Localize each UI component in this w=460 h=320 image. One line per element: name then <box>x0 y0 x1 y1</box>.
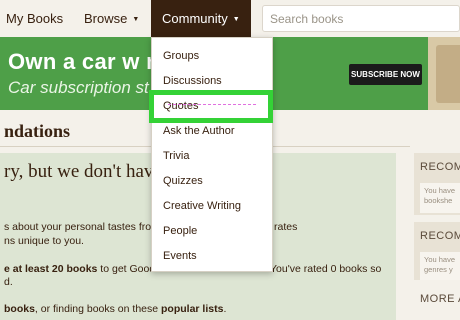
menu-item-creative-writing[interactable]: Creative Writing <box>163 200 241 212</box>
notice-text-3-rest: to get Good <box>97 263 156 275</box>
nav-my-books-label: My Books <box>6 11 64 26</box>
nav-community[interactable]: Community ▼ <box>151 0 251 37</box>
ad-image-detail <box>436 45 460 103</box>
menu-item-trivia[interactable]: Trivia <box>163 150 189 162</box>
notice-text-3: e at least 20 books to get Good <box>4 263 155 275</box>
menu-item-ask-the-author[interactable]: Ask the Author <box>163 125 235 137</box>
sidebar-card-recommendations: RECOM You have bookshe <box>414 153 460 215</box>
sidebar-card-heading: RECOM <box>420 230 460 242</box>
notice-text-2: ns unique to you. <box>4 235 84 247</box>
sidebar-card-heading: RECOM <box>420 161 460 173</box>
notice-text-3-right: You've rated 0 books so <box>270 263 382 275</box>
subscribe-now-button[interactable]: SUBSCRIBE NOW <box>349 64 422 85</box>
sidebar-card-text: You have <box>424 186 456 195</box>
menu-item-groups[interactable]: Groups <box>163 50 199 62</box>
nav-browse[interactable]: Browse ▼ <box>84 0 139 37</box>
sidebar-card-recommendations-genres: RECOM You have genres y <box>414 222 460 280</box>
notice-text-1: s about your personal tastes fro <box>4 221 152 233</box>
page-title: ndations <box>4 121 71 141</box>
notice-text-5-mid: , or finding books on these <box>34 303 162 315</box>
sidebar-card-body: You have bookshe <box>420 183 460 213</box>
sidebar-card-text: You have <box>424 255 456 264</box>
sidebar-card-text: bookshe <box>424 196 453 205</box>
books-link[interactable]: books <box>4 303 35 315</box>
chevron-down-icon: ▼ <box>232 16 240 23</box>
nav-my-books[interactable]: My Books <box>6 0 63 37</box>
notice-text-4: d. <box>4 276 13 288</box>
notice-text-1-right: rates <box>274 221 298 233</box>
nav-community-label: Community <box>162 11 228 26</box>
top-nav: My Books Browse ▼ Community ▼ <box>0 0 460 37</box>
sidebar-more-heading: MORE A <box>420 293 460 305</box>
popular-lists-link[interactable]: popular lists <box>161 303 223 315</box>
sidebar-card-text: genres y <box>424 265 453 274</box>
menu-item-events[interactable]: Events <box>163 250 197 262</box>
notice-text-5-end: . <box>223 303 227 315</box>
menu-item-people[interactable]: People <box>163 225 197 237</box>
community-dropdown-menu: Groups Discussions Quotes Ask the Author… <box>151 37 273 272</box>
sidebar-card-body: You have genres y <box>420 252 460 280</box>
rate-books-link[interactable]: e at least 20 books <box>4 263 97 275</box>
nav-browse-label: Browse <box>84 11 128 26</box>
search-input[interactable] <box>262 5 460 32</box>
notice-text-5: books, or finding books on these popular… <box>4 303 226 315</box>
menu-item-quizzes[interactable]: Quizzes <box>163 175 203 187</box>
highlight-box <box>149 90 273 123</box>
chevron-down-icon: ▼ <box>132 16 140 23</box>
menu-item-discussions[interactable]: Discussions <box>163 75 222 87</box>
